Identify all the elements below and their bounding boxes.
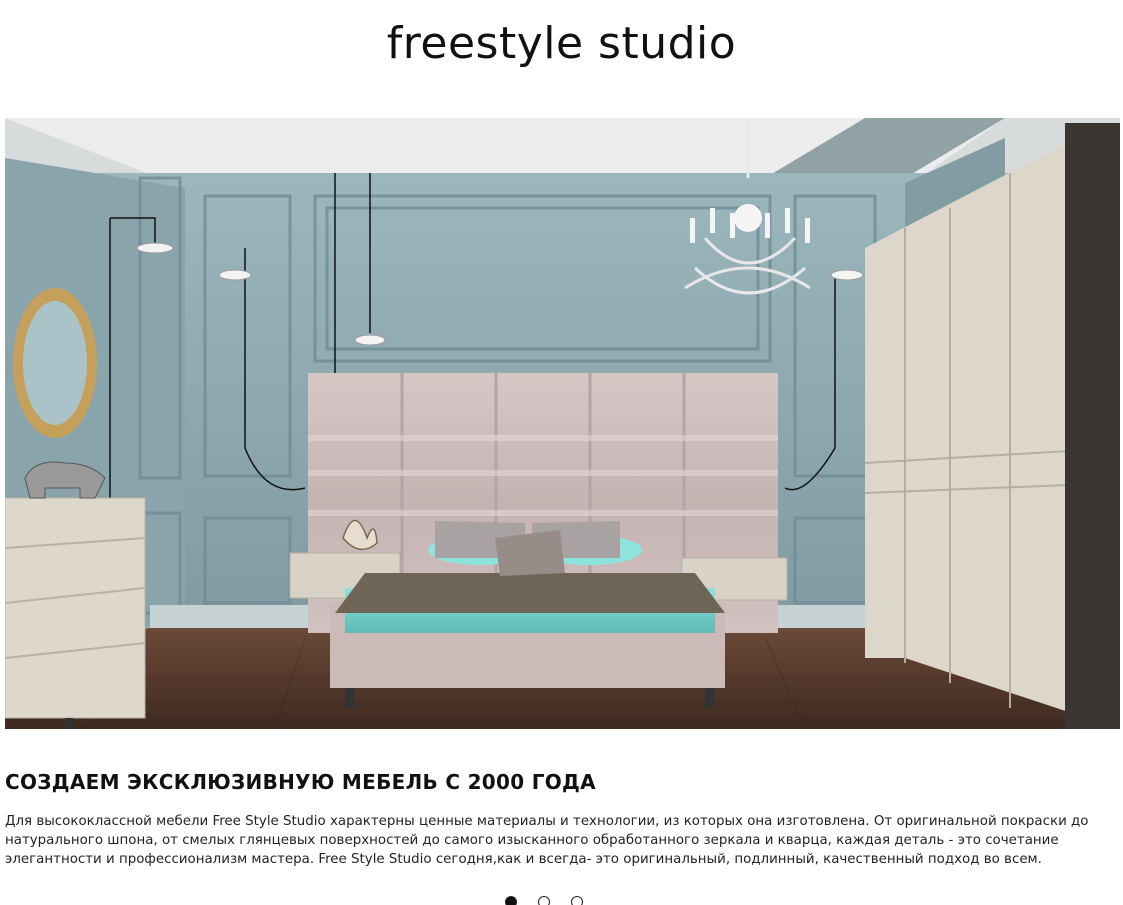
carousel-dot-3[interactable] (571, 896, 583, 905)
page-description: Для высококлассной мебели Free Style Stu… (5, 814, 1089, 867)
carousel-dot-2[interactable] (538, 896, 550, 905)
hero-image (5, 118, 1120, 729)
bedroom-interior-illustration (5, 118, 1120, 729)
carousel-pagination (0, 896, 1123, 905)
brand-logo[interactable]: freestyle studio (0, 14, 1123, 74)
carousel-dot-1[interactable] (505, 896, 517, 905)
page-headline: СОЗДАЕМ ЭКСКЛЮЗИВНУЮ МЕБЕЛЬ С 2000 ГОДА (5, 770, 596, 794)
page: freestyle studio СОЗДАЕМ ЭКСКЛЮЗИВНУЮ МЕ… (0, 0, 1123, 905)
